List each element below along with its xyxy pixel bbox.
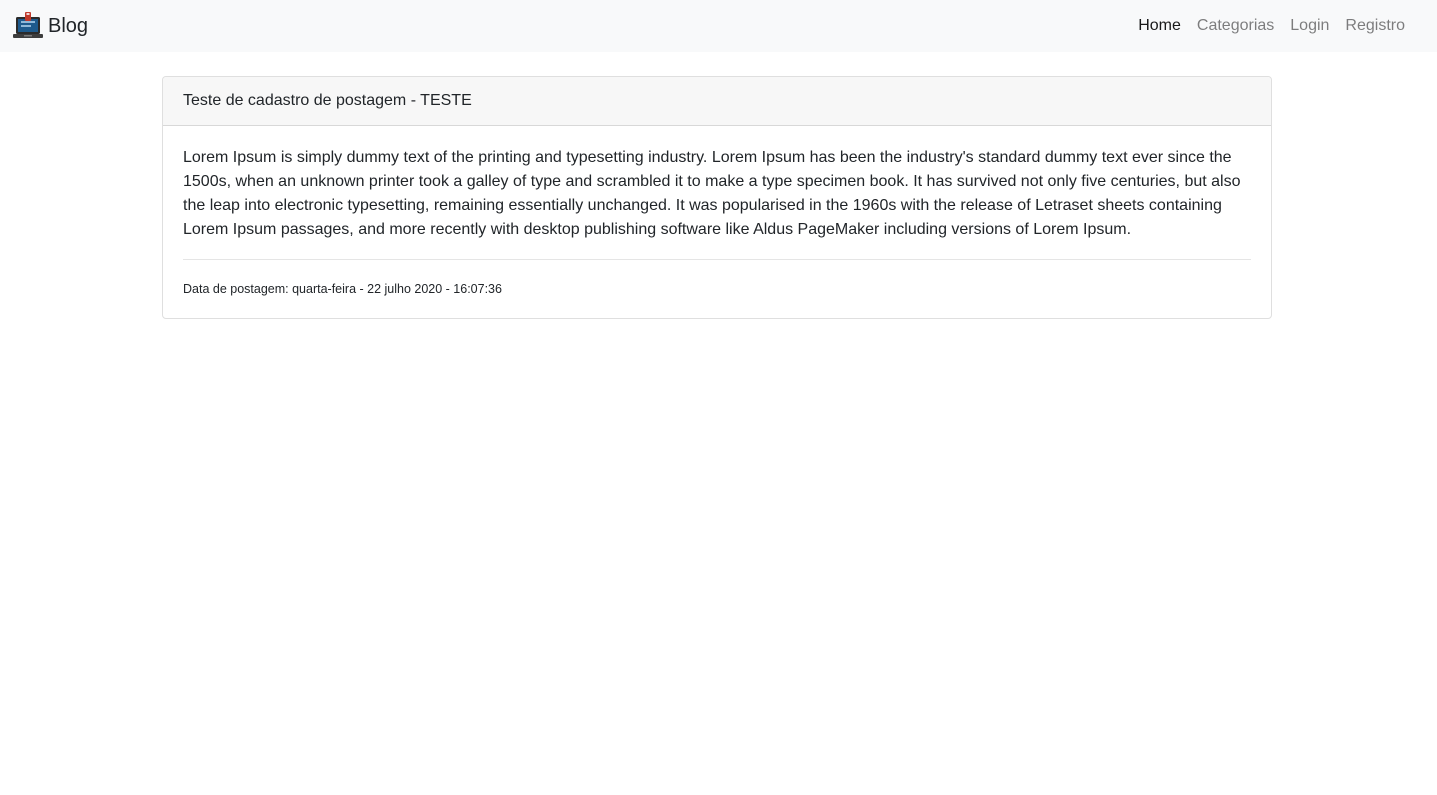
- laptop-logo-icon: [12, 10, 44, 42]
- post-card: Teste de cadastro de postagem - TESTE Lo…: [162, 76, 1272, 319]
- post-divider: [183, 259, 1251, 260]
- post-body: Lorem Ipsum is simply dummy text of the …: [163, 126, 1271, 318]
- brand-link[interactable]: Blog: [12, 10, 88, 42]
- post-content: Lorem Ipsum is simply dummy text of the …: [183, 149, 1241, 238]
- nav-link-home[interactable]: Home: [1130, 14, 1189, 38]
- nav-link-registro[interactable]: Registro: [1337, 14, 1413, 38]
- nav-link-categorias[interactable]: Categorias: [1189, 14, 1282, 38]
- post-date: Data de postagem: quarta-feira - 22 julh…: [183, 282, 502, 296]
- top-navbar: Blog Home Categorias Login Registro: [0, 0, 1437, 52]
- nav-link-login[interactable]: Login: [1282, 14, 1337, 38]
- brand-text: Blog: [48, 15, 89, 37]
- post-title: Teste de cadastro de postagem - TESTE: [163, 77, 1271, 126]
- nav-links: Home Categorias Login Registro: [1130, 14, 1413, 38]
